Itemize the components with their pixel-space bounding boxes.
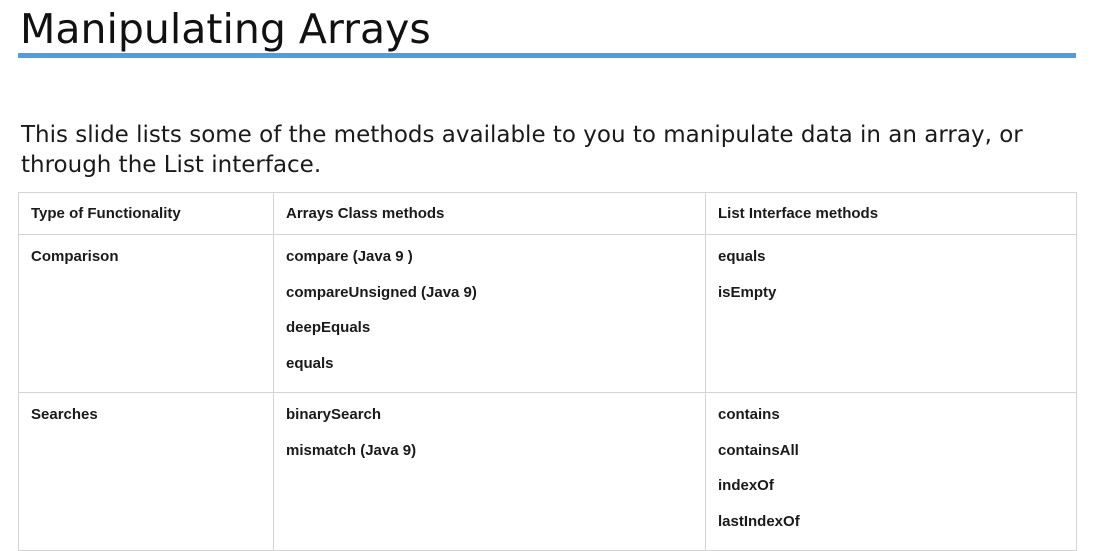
arrays-methods-cell: binarySearch mismatch (Java 9) [273,392,706,551]
header-list-interface-methods: List Interface methods [705,192,1077,235]
functionality-cell: Comparison [18,234,274,393]
methods-table: Type of Functionality Arrays Class metho… [18,192,1077,551]
functionality-label: Searches [31,406,98,423]
arrays-method-item: binarySearch [286,406,382,423]
arrays-method-item: mismatch (Java 9) [286,441,417,459]
title-underline [18,53,1076,58]
functionality-label: Comparison [31,248,119,265]
intro-text: This slide lists some of the methods ava… [21,122,1023,178]
table-header-row: Type of Functionality Arrays Class metho… [18,192,1077,235]
arrays-method-item: compareUnsigned (Java 9) [286,283,477,301]
list-method-item: containsAll [718,441,799,459]
arrays-method-item: compare (Java 9 ) [286,248,413,265]
arrays-method-item: equals [286,354,334,372]
header-type-of-functionality: Type of Functionality [18,192,274,235]
table-row-comparison: Comparison compare (Java 9 ) compareUnsi… [18,234,1077,393]
functionality-cell: Searches [18,392,274,551]
arrays-method-item: deepEquals [286,319,371,336]
list-method-item: indexOf [718,477,774,494]
arrays-methods-cell: compare (Java 9 ) compareUnsigned (Java … [273,234,706,393]
list-method-item: contains [718,406,780,423]
header-arrays-class-methods: Arrays Class methods [273,192,706,235]
list-method-item: isEmpty [718,283,777,301]
list-methods-cell: contains containsAll indexOf lastIndexOf [705,392,1077,551]
list-method-item: lastIndexOf [718,512,800,530]
table-row-searches: Searches binarySearch mismatch (Java 9) … [18,392,1077,551]
slide-title: Manipulating Arrays [20,5,431,53]
list-methods-cell: equals isEmpty [705,234,1077,393]
list-method-item: equals [718,248,766,265]
